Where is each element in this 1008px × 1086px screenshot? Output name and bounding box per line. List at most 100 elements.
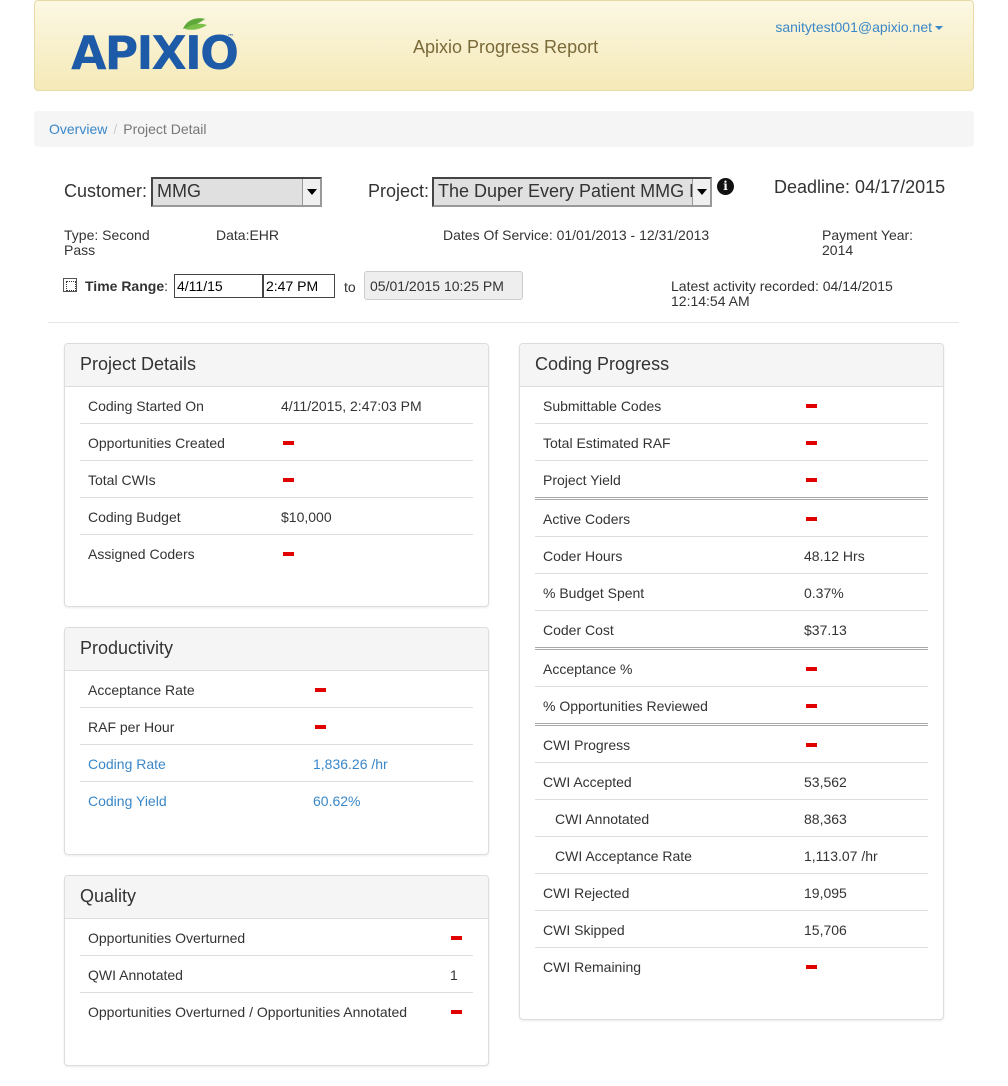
customer-label: Customer: [64,181,148,201]
table-row: CWI Accepted 53,562 [535,763,928,800]
breadcrumb-separator: / [113,121,118,137]
customer-select-value: MMG [157,181,201,201]
red-dash-icon [315,688,326,692]
table-row: Coder Hours 48.12 Hrs [535,537,928,574]
red-dash-icon [283,552,294,556]
red-dash-icon [283,441,294,445]
user-menu[interactable]: sanitytest001@apixio.net [775,19,943,35]
row-label: RAF per Hour [88,719,175,735]
red-dash-icon [806,441,817,445]
chevron-down-icon[interactable] [692,179,710,205]
time-range-label: Time Range: [85,278,168,294]
red-dash-icon [451,1010,462,1014]
red-dash-icon [806,965,817,969]
table-row: % Budget Spent 0.37% [535,574,928,611]
apixio-logo[interactable]: APIXIO ™ [71,17,241,73]
red-dash-icon [806,704,817,708]
red-dash-icon [806,667,817,671]
report-title: Apixio Progress Report [413,37,599,57]
project-data-source: Data:EHR [216,227,280,243]
red-dash-icon [451,936,462,940]
row-label: CWI Annotated [555,811,650,827]
row-value: 48.12 Hrs [804,548,865,564]
table-row[interactable]: Coding Yield 60.62% [80,782,473,819]
info-icon[interactable]: i [717,178,734,195]
table-row: CWI Skipped 15,706 [535,911,928,948]
table-row: QWI Annotated 1 [80,956,473,993]
time-range-to: to [344,279,356,295]
row-label: % Budget Spent [543,585,645,601]
row-label: Submittable Codes [543,398,662,414]
coding-yield-link[interactable]: Coding Yield [88,793,167,809]
row-label: Acceptance % [543,661,633,677]
table-row: Acceptance % [535,650,928,687]
row-label: Opportunities Created [88,435,225,451]
row-label: Acceptance Rate [88,682,195,698]
customer-select[interactable]: MMG [151,177,322,207]
breadcrumb: Overview / Project Detail [34,111,974,147]
table-row: Opportunities Created [80,424,473,461]
panel-title: Productivity [65,628,488,671]
table-row: Acceptance Rate [80,671,473,708]
row-value: 4/11/2015, 2:47:03 PM [281,398,422,414]
table-row: Assigned Coders [80,535,473,572]
row-label: Coder Hours [543,548,623,564]
table-row: Coding Budget $10,000 [80,498,473,535]
row-label: CWI Progress [543,737,631,753]
breadcrumb-overview-link[interactable]: Overview [49,121,107,137]
start-time-input[interactable] [263,274,335,298]
row-value: 53,562 [804,774,847,790]
red-dash-icon [806,743,817,747]
row-label: Total Estimated RAF [543,435,671,451]
project-select-value: The Duper Every Patient MMG Pro [438,181,712,201]
project-select[interactable]: The Duper Every Patient MMG Pro [432,177,712,207]
row-label: Coding Budget [88,509,181,525]
red-dash-icon [315,725,326,729]
start-date-input[interactable] [174,274,263,298]
table-row: CWI Remaining [535,948,928,985]
coding-rate-link[interactable]: Coding Rate [88,756,166,772]
latest-activity: Latest activity recorded: 04/14/2015 12:… [671,278,893,309]
table-row: RAF per Hour [80,708,473,745]
row-value: $10,000 [281,509,332,525]
row-value: 1 [450,967,458,983]
quality-panel: Quality Opportunities Overturned QWI Ann… [64,875,489,1066]
row-value: 15,706 [804,922,847,938]
table-row: Opportunities Overturned [80,919,473,956]
end-datetime-field[interactable]: 05/01/2015 10:25 PM [364,271,523,300]
header-banner: APIXIO ™ Apixio Progress Report sanityte… [34,0,974,91]
table-row: CWI Annotated 88,363 [535,800,928,837]
row-label: % Opportunities Reviewed [543,698,708,714]
row-label: Active Coders [543,511,631,527]
user-email[interactable]: sanitytest001@apixio.net [775,19,932,35]
row-label: CWI Remaining [543,959,642,975]
caret-down-icon[interactable] [935,26,943,31]
svg-text:APIXIO: APIXIO [71,26,237,73]
coding-yield-value[interactable]: 60.62% [313,793,360,809]
breadcrumb-current: Project Detail [123,121,207,137]
row-value: 1,113.07 /hr [804,848,878,864]
row-value: 19,095 [804,885,847,901]
project-label: Project: [368,181,430,201]
productivity-panel: Productivity Acceptance Rate RAF per Hou… [64,627,489,855]
row-label: Coder Cost [543,622,614,638]
table-row: Submittable Codes [535,387,928,424]
divider [48,322,959,323]
row-label: Opportunities Overturned [88,930,246,946]
panel-title: Project Details [65,344,488,387]
table-row: CWI Acceptance Rate 1,113.07 /hr [535,837,928,874]
time-range-checkbox[interactable] [63,278,77,292]
table-row: Active Coders [535,500,928,537]
table-row[interactable]: Coding Rate 1,836.26 /hr [80,745,473,782]
coding-rate-value[interactable]: 1,836.26 /hr [313,756,388,772]
row-label: CWI Rejected [543,885,630,901]
chevron-down-icon[interactable] [302,179,320,205]
panel-title: Coding Progress [520,344,943,387]
table-row: CWI Rejected 19,095 [535,874,928,911]
table-row: % Opportunities Reviewed [535,687,928,726]
project-details-panel: Project Details Coding Started On 4/11/20… [64,343,489,607]
project-type: Type: Second Pass [64,227,150,258]
red-dash-icon [806,478,817,482]
table-row: Total CWIs [80,461,473,498]
row-value: $37.13 [804,622,847,638]
